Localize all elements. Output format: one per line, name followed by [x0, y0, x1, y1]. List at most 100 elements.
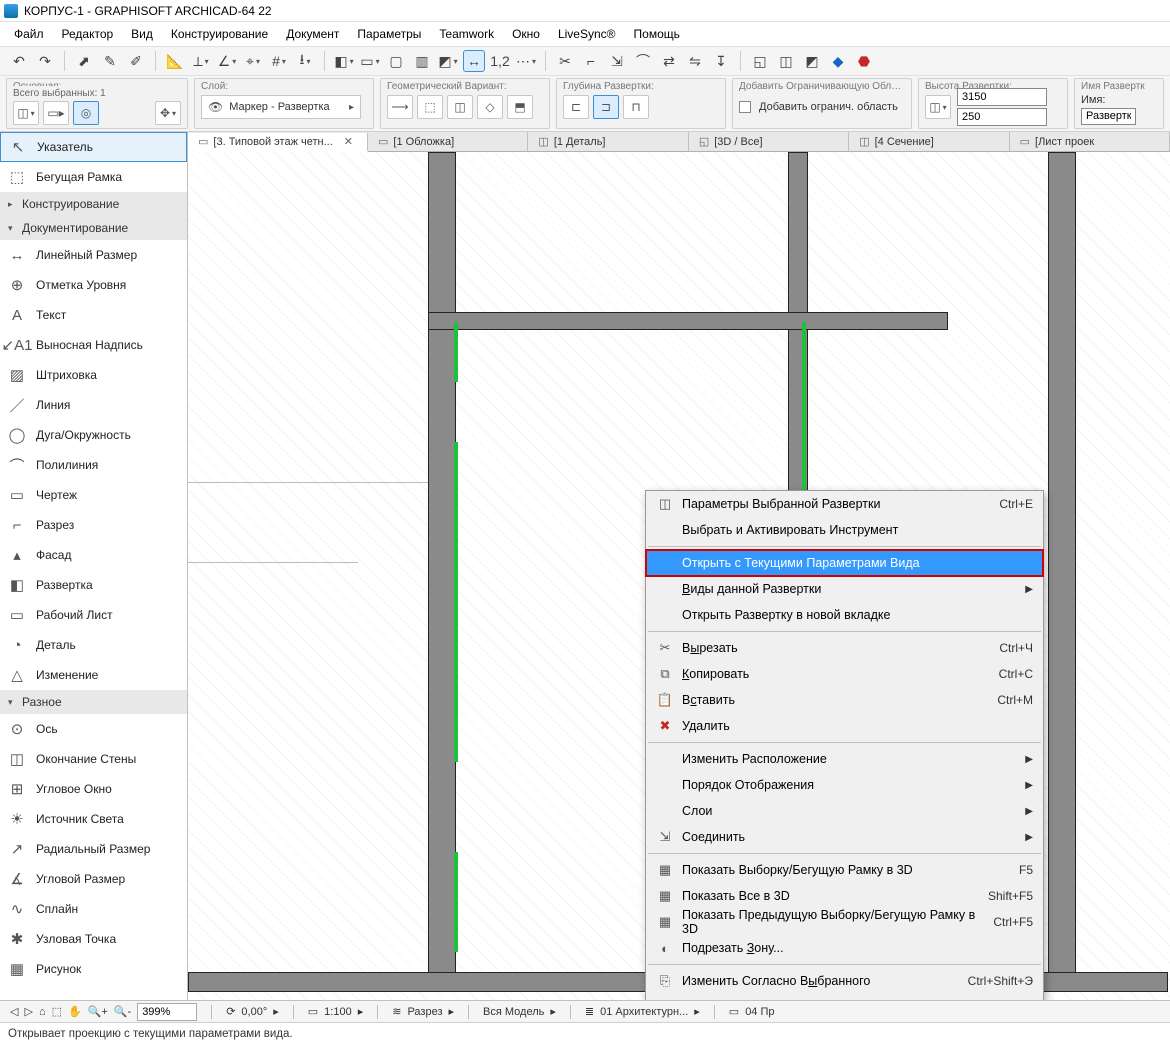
bound-checkbox[interactable]	[739, 101, 751, 113]
chevron-right-icon[interactable]: ▸	[694, 1005, 700, 1018]
trace-icon[interactable]: ◧	[333, 50, 355, 72]
menu-помощь[interactable]: Помощь	[626, 24, 688, 44]
offset-icon[interactable]: ⇄	[658, 50, 680, 72]
name-input[interactable]	[1081, 108, 1136, 125]
context-menu-item-9[interactable]: 📋ВставитьCtrl+M	[646, 687, 1043, 713]
depth-btn-1[interactable]: ⊏	[563, 95, 589, 119]
nav-fit-icon[interactable]: ⬚	[52, 1005, 62, 1018]
selection-filter-button[interactable]: ◎	[73, 101, 99, 125]
menu-вид[interactable]: Вид	[123, 24, 161, 44]
chevron-right-icon[interactable]: ▸	[448, 1005, 454, 1018]
tool-pointer[interactable]: ↖Указатель	[0, 132, 187, 162]
extend-icon[interactable]: ⇲	[606, 50, 628, 72]
rect-icon[interactable]: ▢	[385, 50, 407, 72]
cat-construct[interactable]: ▸Конструирование	[0, 192, 187, 216]
menu-teamwork[interactable]: Teamwork	[431, 24, 502, 44]
view-tab-0[interactable]: ▭[3. Типовой этаж четн...✕	[188, 133, 368, 152]
fillet-icon[interactable]: ⌒	[632, 50, 654, 72]
zoom-out-icon[interactable]: 🔍-	[114, 1005, 131, 1018]
wand-icon[interactable]: ✎	[99, 50, 121, 72]
render-icon[interactable]: ◩	[437, 50, 459, 72]
tool-doc-4[interactable]: ▨Штриховка	[0, 360, 187, 390]
view-tab-5[interactable]: ▭[Лист проек	[1010, 132, 1170, 151]
cut-icon[interactable]: ✂	[554, 50, 576, 72]
tool-doc-5[interactable]: ／Линия	[0, 390, 187, 420]
grid-icon[interactable]: #	[268, 50, 290, 72]
tool-doc-9[interactable]: ⌐Разрез	[0, 510, 187, 540]
cat-other[interactable]: ▾Разное	[0, 690, 187, 714]
geom-btn-5[interactable]: ⬒	[507, 95, 533, 119]
menu-окно[interactable]: Окно	[504, 24, 548, 44]
tool-doc-11[interactable]: ◧Развертка	[0, 570, 187, 600]
menu-файл[interactable]: Файл	[6, 24, 52, 44]
context-menu-item-19[interactable]: ▦Показать Предыдущую Выборку/Бегущую Рам…	[646, 909, 1043, 935]
context-menu-item-4[interactable]: Виды данной Развертки▶	[646, 576, 1043, 602]
tool-other-3[interactable]: ☀Источник Света	[0, 804, 187, 834]
height-bottom-input[interactable]	[957, 108, 1047, 126]
tool-other-5[interactable]: ∡Угловой Размер	[0, 864, 187, 894]
height-ref-button[interactable]: ◫	[925, 95, 951, 119]
scope-value[interactable]: Вся Модель	[483, 1006, 544, 1018]
scale-value[interactable]: 1:100	[324, 1006, 352, 1018]
tool-doc-2[interactable]: AТекст	[0, 300, 187, 330]
depth-btn-2[interactable]: ⊐	[593, 95, 619, 119]
geom-btn-1[interactable]: ⟶	[387, 95, 413, 119]
context-menu-item-7[interactable]: ✂ВырезатьCtrl+Ч	[646, 635, 1043, 661]
menu-документ[interactable]: Документ	[278, 24, 347, 44]
tool-other-1[interactable]: ◫Окончание Стены	[0, 744, 187, 774]
tool-doc-12[interactable]: ▭Рабочий Лист	[0, 600, 187, 630]
hand-icon[interactable]: ✋	[68, 1005, 82, 1018]
context-menu-item-0[interactable]: ◫Параметры Выбранной РазверткиCtrl+E	[646, 491, 1043, 517]
ruler-icon[interactable]: ⟂	[190, 50, 212, 72]
layercombo-value[interactable]: 01 Архитектурн...	[600, 1006, 688, 1018]
zoom-in-icon[interactable]: 🔍+	[88, 1005, 108, 1018]
nav-fwd-icon[interactable]: ▷	[24, 1005, 32, 1018]
menu-редактор[interactable]: Редактор	[54, 24, 122, 44]
context-menu-item-14[interactable]: Слои▶	[646, 798, 1043, 824]
team4-icon[interactable]: ◆	[827, 50, 849, 72]
chevron-right-icon[interactable]: ▸	[358, 1005, 364, 1018]
stack-icon[interactable]: ▥	[411, 50, 433, 72]
tool-other-2[interactable]: ⊞Угловое Окно	[0, 774, 187, 804]
team1-icon[interactable]: ◱	[749, 50, 771, 72]
chevron-right-icon[interactable]: ▸	[273, 1005, 279, 1018]
context-menu-item-22[interactable]: ⎘Изменить Согласно ВыбранногоCtrl+Shift+…	[646, 968, 1043, 994]
team5-icon[interactable]: ⬣	[853, 50, 875, 72]
tool-doc-13[interactable]: ◔Деталь	[0, 630, 187, 660]
geom-btn-3[interactable]: ◫	[447, 95, 473, 119]
zoom-input[interactable]	[137, 1003, 197, 1021]
height-top-input[interactable]	[957, 88, 1047, 106]
view-tab-1[interactable]: ▭[1 Обложка]	[368, 132, 528, 151]
context-menu-item-8[interactable]: ⧉КопироватьCtrl+C	[646, 661, 1043, 687]
tool-doc-14[interactable]: △Изменение	[0, 660, 187, 690]
view-tab-4[interactable]: ◫[4 Сечение]	[849, 132, 1009, 151]
geom-btn-4[interactable]: ◇	[477, 95, 503, 119]
gravity-icon[interactable]: ⭳	[294, 50, 316, 72]
layer-icon[interactable]: ▭	[359, 50, 381, 72]
eyedropper-icon[interactable]: ✐	[125, 50, 147, 72]
context-menu-item-18[interactable]: ▦Показать Все в 3DShift+F5	[646, 883, 1043, 909]
mirror-icon[interactable]: ⇋	[684, 50, 706, 72]
extra-icon[interactable]: ⋯	[515, 50, 537, 72]
nav-home-icon[interactable]: ⌂	[39, 1006, 46, 1018]
pick-icon[interactable]: ⬈	[73, 50, 95, 72]
menu-конструирование[interactable]: Конструирование	[163, 24, 276, 44]
tool-other-0[interactable]: ⊙Ось	[0, 714, 187, 744]
tool-doc-10[interactable]: ▴Фасад	[0, 540, 187, 570]
align-icon[interactable]: ↧	[710, 50, 732, 72]
tool-doc-1[interactable]: ⊕Отметка Уровня	[0, 270, 187, 300]
context-menu-item-20[interactable]: ◐Подрезать Зону...	[646, 935, 1043, 961]
context-menu-item-10[interactable]: ✖Удалить	[646, 713, 1043, 739]
context-menu-item-15[interactable]: ⇲Соединить▶	[646, 824, 1043, 850]
tool-doc-7[interactable]: ⌒Полилиния	[0, 450, 187, 480]
team3-icon[interactable]: ◩	[801, 50, 823, 72]
more-button[interactable]: ✥	[155, 101, 181, 125]
context-menu-item-5[interactable]: Открыть Развертку в новой вкладке	[646, 602, 1043, 628]
tool-other-7[interactable]: ✱Узловая Точка	[0, 924, 187, 954]
tool-doc-3[interactable]: ↙A1Выносная Надпись	[0, 330, 187, 360]
context-menu-item-23[interactable]: Отменить Выборку	[646, 994, 1043, 1000]
tool-settings-button[interactable]: ◫	[13, 101, 39, 125]
angle-icon[interactable]: ∠	[216, 50, 238, 72]
context-menu-item-12[interactable]: Изменить Расположение▶	[646, 746, 1043, 772]
dim12-icon[interactable]: 1,2	[489, 50, 511, 72]
